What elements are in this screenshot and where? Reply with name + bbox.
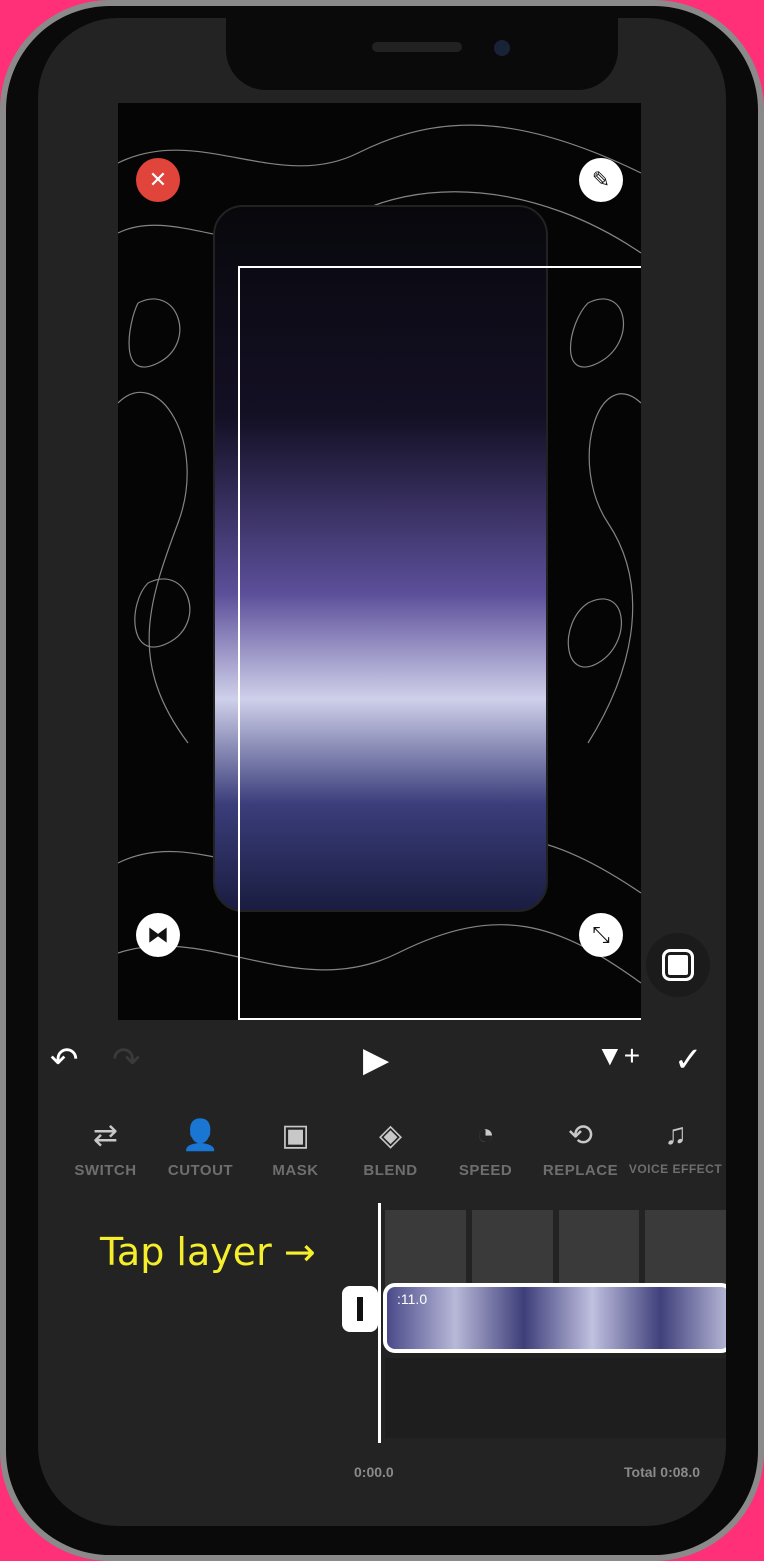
layers-icon: ◈ (378, 1119, 403, 1152)
tool-label: SPEED (458, 1162, 513, 1179)
resize-icon[interactable]: ⤡ (579, 913, 623, 957)
tool-cutout[interactable]: 👤 CUTOUT (153, 1118, 248, 1179)
trim-handle[interactable] (342, 1286, 378, 1332)
replace-icon: ⟲ (567, 1119, 594, 1152)
app-screen: ✕ ✎ ⧓ ⤡ ↶ ↷ ▶ ▼+ ✓ ⇄ SWITCH 👤 CUTOUT ▣ MASK… (38, 18, 726, 1526)
tool-label: BLEND (363, 1162, 418, 1179)
cutout-person-icon: 👤 (181, 1119, 220, 1152)
tool-speed[interactable]: ◔ SPEED (438, 1118, 533, 1179)
undo-icon[interactable]: ↶ (50, 1040, 79, 1080)
tool-mask[interactable]: ▣ MASK (248, 1118, 343, 1179)
tool-label: VOICE EFFECT (628, 1162, 723, 1176)
selection-box[interactable] (238, 266, 641, 1020)
tool-switch[interactable]: ⇄ SWITCH (58, 1118, 153, 1179)
tap-layer-annotation: Tap layer → (100, 1230, 316, 1274)
clip-duration: :11.0 (397, 1291, 428, 1307)
tool-label: CUTOUT (167, 1162, 234, 1179)
tool-replace[interactable]: ⟲ REPLACE (533, 1118, 628, 1179)
background-track[interactable] (385, 1358, 726, 1438)
tool-label: REPLACE (542, 1162, 619, 1179)
layer-toggle-button[interactable] (646, 933, 710, 997)
speedometer-icon: ◔ (476, 1118, 495, 1151)
voice-effect-icon: ♫ (664, 1118, 687, 1151)
tool-bar: ⇄ SWITCH 👤 CUTOUT ▣ MASK ◈ BLEND ◔ SPEED ⟲ REP… (58, 1118, 726, 1179)
camera (494, 40, 510, 56)
tool-blend[interactable]: ◈ BLEND (343, 1118, 438, 1179)
add-keyframe-icon[interactable]: ▼+ (596, 1040, 640, 1072)
tool-label: MASK (272, 1162, 319, 1179)
confirm-icon[interactable]: ✓ (674, 1040, 703, 1080)
square-icon (662, 949, 694, 981)
delete-layer-icon[interactable]: ✕ (136, 158, 180, 202)
playhead[interactable] (378, 1203, 381, 1443)
play-button[interactable]: ▶ (363, 1040, 389, 1080)
video-preview[interactable]: ✕ ✎ ⧓ ⤡ (118, 103, 641, 1020)
speaker (372, 42, 462, 52)
edit-icon[interactable]: ✎ (579, 158, 623, 202)
selected-video-track[interactable]: :11.0 (383, 1283, 726, 1353)
notch (226, 18, 618, 90)
shuffle-icon: ⇄ (92, 1119, 119, 1152)
tool-voice-effect[interactable]: ♫ VOICE EFFECT (628, 1118, 723, 1179)
tool-label: SWITCH (74, 1162, 137, 1179)
current-time: 0:00.0 (354, 1464, 394, 1480)
total-time: Total 0:08.0 (624, 1464, 700, 1480)
redo-icon[interactable]: ↷ (112, 1040, 141, 1080)
empty-track[interactable] (385, 1210, 726, 1288)
mask-icon: ▣ (281, 1119, 310, 1152)
flip-icon[interactable]: ⧓ (136, 913, 180, 957)
